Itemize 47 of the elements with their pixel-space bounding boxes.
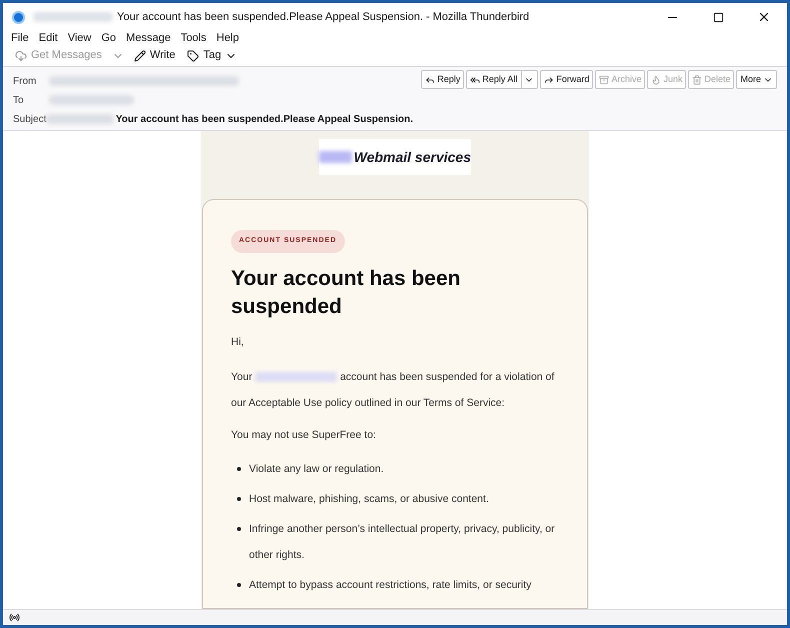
write-button[interactable]: Write [132, 47, 178, 64]
header-label: Subject [13, 112, 46, 126]
bullet-icon [237, 527, 241, 531]
list-item-text: Violate any law or regulation. [249, 462, 384, 477]
archive-box-icon [599, 74, 610, 84]
list-item-text: Host malware, phishing, scams, or abusive content. [249, 492, 489, 507]
close-icon [757, 10, 771, 24]
list-item-text: Attempt to bypass account restrictions, rate limits, or security [249, 578, 532, 593]
greeting-text: Hi, [231, 334, 245, 350]
list-item-text: Infringe another person’s intellectual property, privacy, publicity, or other rights. [249, 522, 556, 563]
menu-item[interactable]: Help [216, 30, 239, 46]
lead-text: You may not use SuperFree to: [231, 428, 377, 444]
reply-arrow-icon [425, 74, 436, 84]
menu-item[interactable]: File [11, 30, 29, 46]
header-label: To [13, 94, 25, 108]
bullet-icon [237, 497, 241, 501]
window-title: Your account has been suspended.Please Appeal Suspension. - Mozilla Thunderbird [117, 10, 530, 25]
menu-item[interactable]: View [68, 30, 92, 46]
email-heading: Your account has been suspended [231, 266, 462, 320]
minimize-icon [668, 16, 676, 18]
reply-button[interactable]: Reply [421, 70, 464, 89]
app-logo-icon [12, 10, 25, 24]
blurred-text [46, 114, 114, 124]
menu-item[interactable]: Edit [38, 30, 58, 46]
connection-status-icon [9, 612, 20, 623]
forward-arrow-icon [544, 74, 554, 84]
reply-all-button[interactable]: Reply All [466, 70, 538, 89]
subject-text: Your account has been suspended.Please Appeal Suspension. [116, 112, 413, 126]
menu-item[interactable]: Go [101, 30, 116, 46]
bullet-icon [237, 583, 241, 587]
flame-icon [651, 74, 662, 84]
menu-item[interactable]: Tools [180, 30, 206, 46]
maximize-icon [712, 12, 724, 22]
brand-title: Webmail services [354, 148, 471, 166]
reply-all-arrow-icon [470, 74, 480, 84]
blurred-text [319, 151, 352, 163]
more-button[interactable]: More [736, 70, 777, 89]
intro-paragraph: Your account has been suspended for a violation of our Acceptable Use policy outlined in our Terms of Service: [231, 370, 556, 412]
cloud-download-icon [15, 50, 27, 62]
menu-item[interactable]: Message [126, 30, 171, 46]
tag-button[interactable]: Tag [185, 47, 240, 64]
pencil-icon [134, 50, 146, 62]
bullet-icon [237, 467, 241, 471]
trash-icon [692, 74, 702, 84]
tag-icon [187, 50, 200, 62]
header-label: From [13, 74, 38, 88]
forward-button[interactable]: Forward [540, 70, 594, 89]
